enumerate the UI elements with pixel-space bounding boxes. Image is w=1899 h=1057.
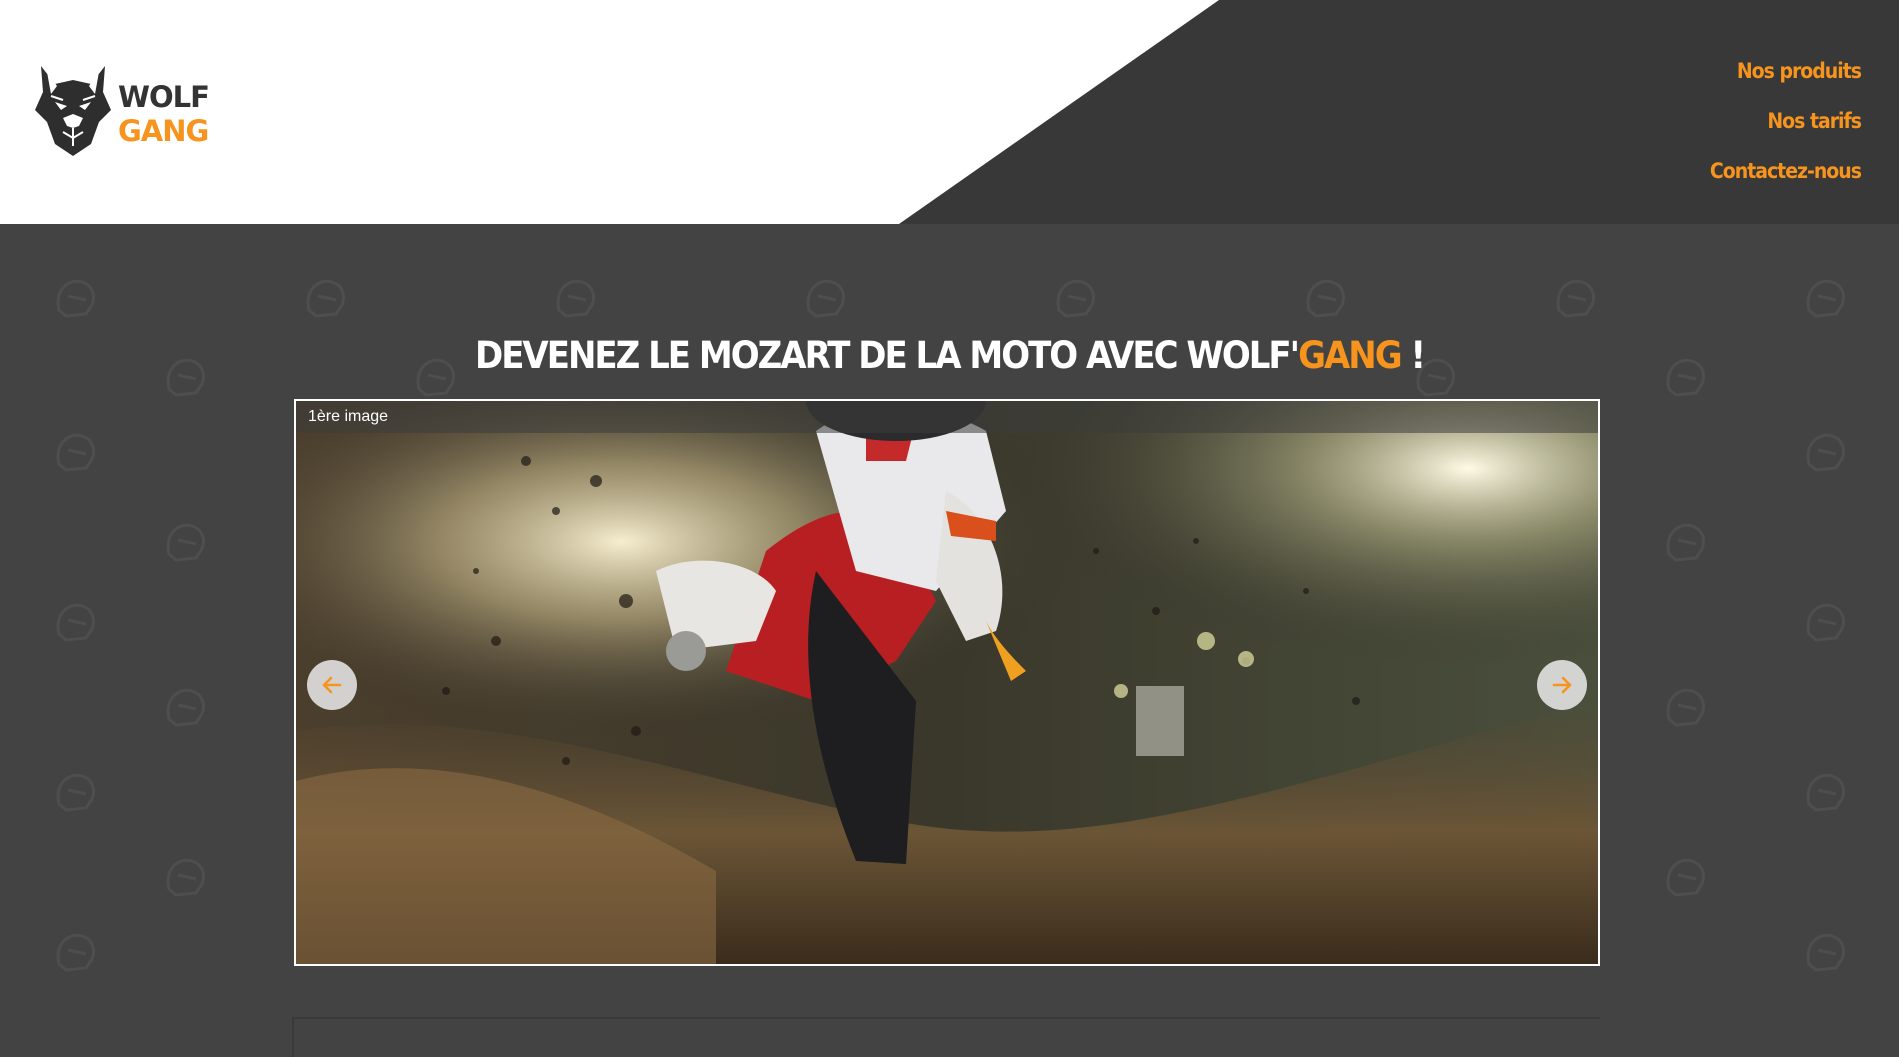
slide-photo-motocross [296, 401, 1598, 964]
image-slider[interactable]: 1ère image [294, 399, 1600, 966]
nav-link-products[interactable]: Nos produits [1710, 46, 1862, 96]
brand-name-line1: WOLF [118, 80, 210, 114]
nav-link-pricing[interactable]: Nos tarifs [1710, 96, 1862, 146]
headline-accent: GANG [1298, 334, 1403, 378]
slider-prev-button[interactable] [307, 660, 357, 710]
next-section-panel [292, 1017, 1600, 1057]
header-background-shape [0, 0, 1899, 224]
arrow-right-icon [1552, 676, 1572, 694]
headline-suffix: ! [1400, 334, 1427, 378]
arrow-left-icon [322, 676, 342, 694]
slide-caption: 1ère image [308, 408, 389, 425]
main-navigation: Nos produits Nos tarifs Contactez-nous [1710, 46, 1862, 196]
headline-text: DEVENEZ LE MOZART DE LA MOTO AVEC WOLF' [474, 334, 1300, 378]
wolf-head-icon [35, 66, 111, 156]
slide-caption-bar: 1ère image [296, 401, 1598, 433]
brand-logo[interactable]: WOLF GANG [33, 62, 210, 162]
page-headline: DEVENEZ LE MOZART DE LA MOTO AVEC WOLF'G… [0, 334, 1899, 378]
brand-name-line2: GANG [118, 114, 209, 148]
nav-link-contact[interactable]: Contactez-nous [1710, 146, 1862, 196]
slider-next-button[interactable] [1537, 660, 1587, 710]
site-header: WOLF GANG Nos produits Nos tarifs Contac… [0, 0, 1899, 224]
